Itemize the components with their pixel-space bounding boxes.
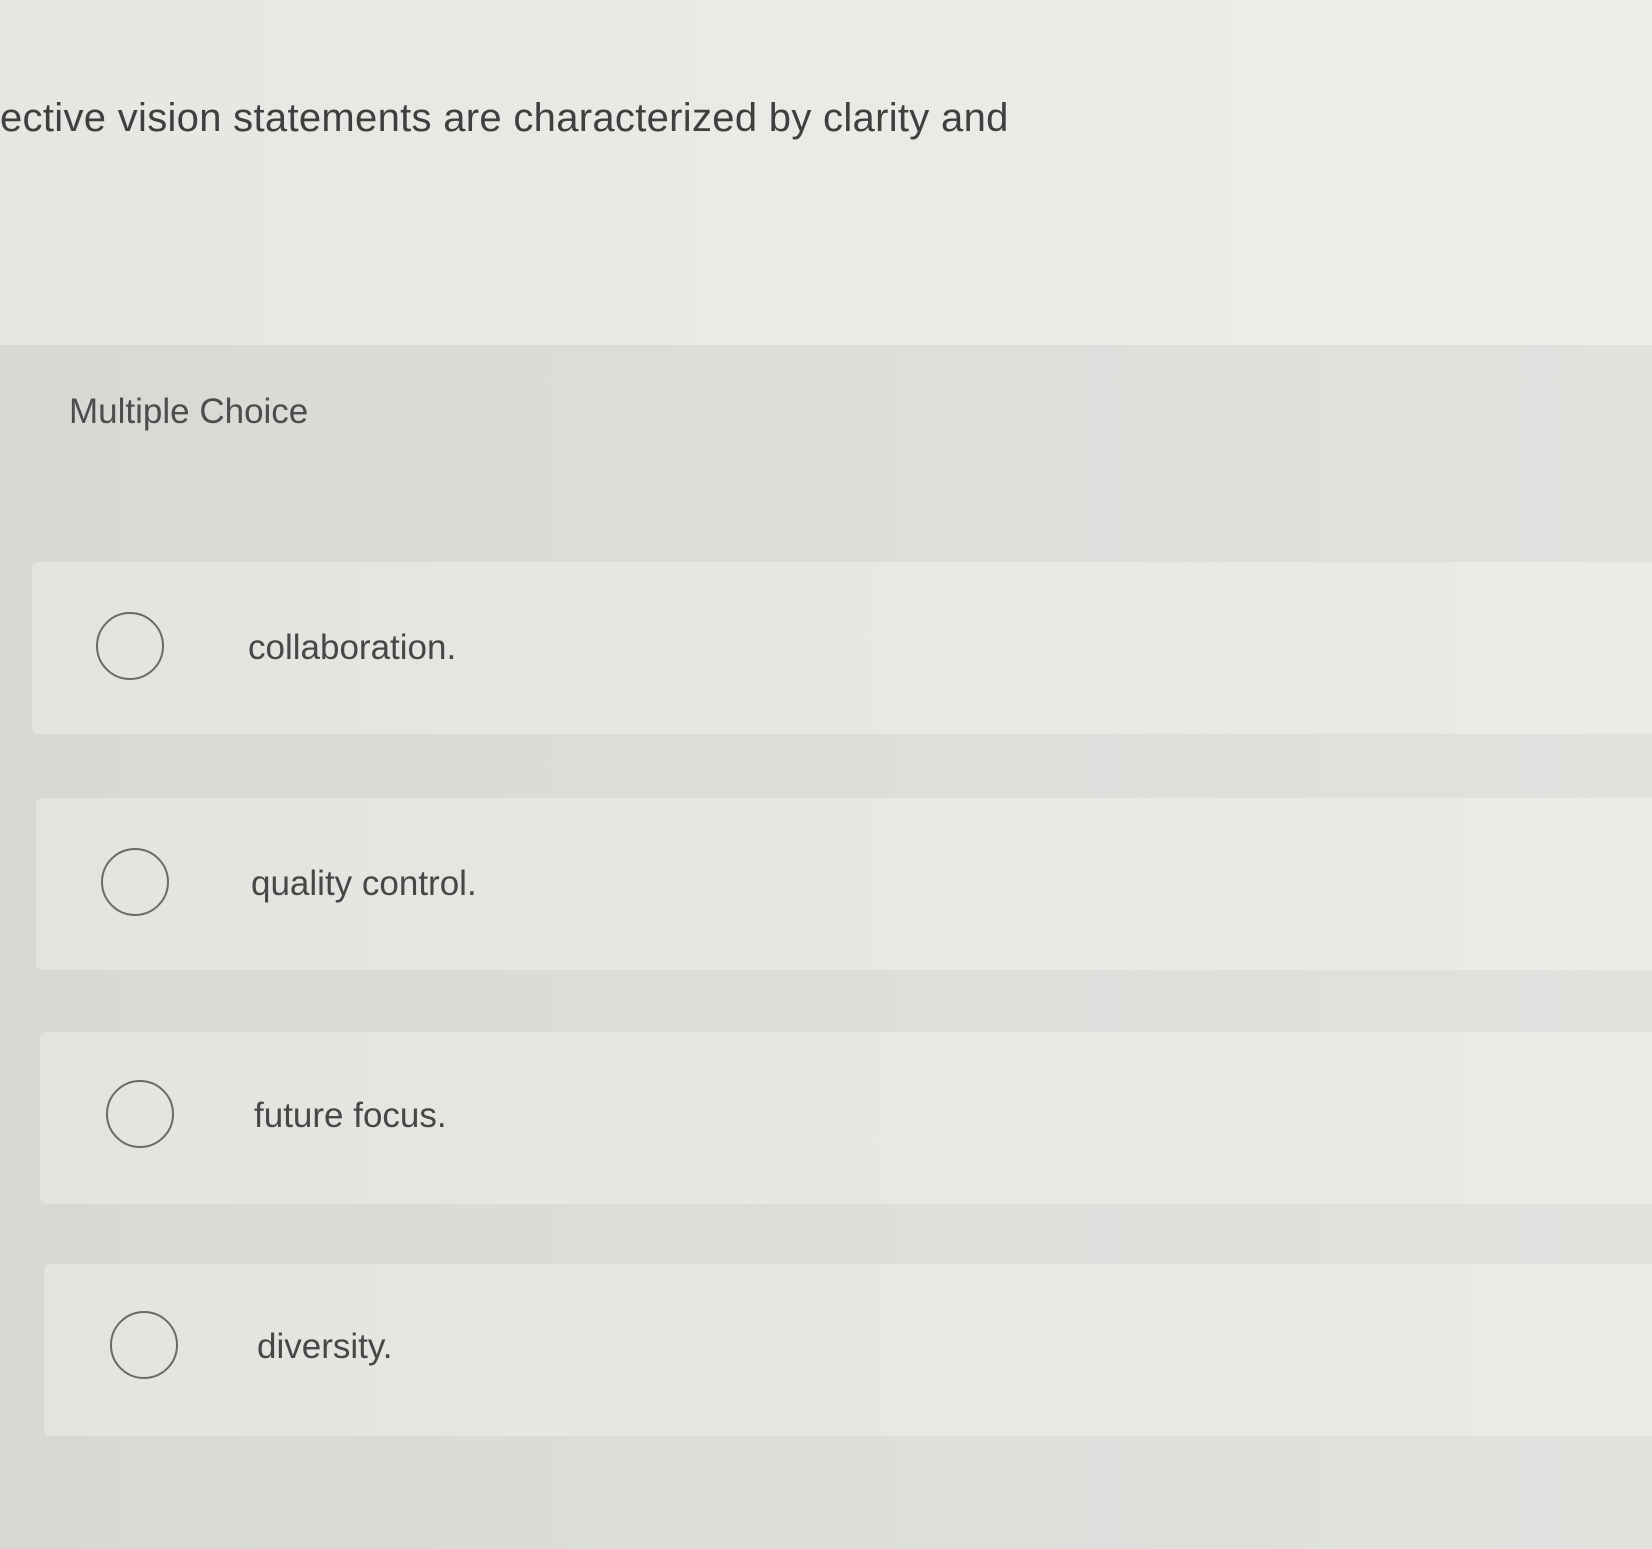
question-text: ective vision statements are characteriz…	[0, 96, 1009, 140]
question-type-label: Multiple Choice	[69, 392, 309, 431]
answer-option-label: future focus.	[254, 1096, 447, 1135]
radio-button-icon[interactable]	[106, 1080, 174, 1148]
answer-option-2[interactable]: quality control.	[36, 798, 1652, 970]
radio-button-icon[interactable]	[110, 1311, 178, 1379]
radio-button-icon[interactable]	[101, 848, 169, 916]
answer-option-label: collaboration.	[248, 628, 457, 667]
answer-option-3[interactable]: future focus.	[40, 1032, 1652, 1204]
answer-option-4[interactable]: diversity.	[44, 1264, 1652, 1436]
answer-option-1[interactable]: collaboration.	[32, 562, 1652, 734]
radio-button-icon[interactable]	[96, 612, 164, 680]
answer-option-label: diversity.	[257, 1327, 393, 1366]
question-area: ective vision statements are characteriz…	[0, 0, 1652, 345]
answer-option-label: quality control.	[251, 864, 477, 903]
